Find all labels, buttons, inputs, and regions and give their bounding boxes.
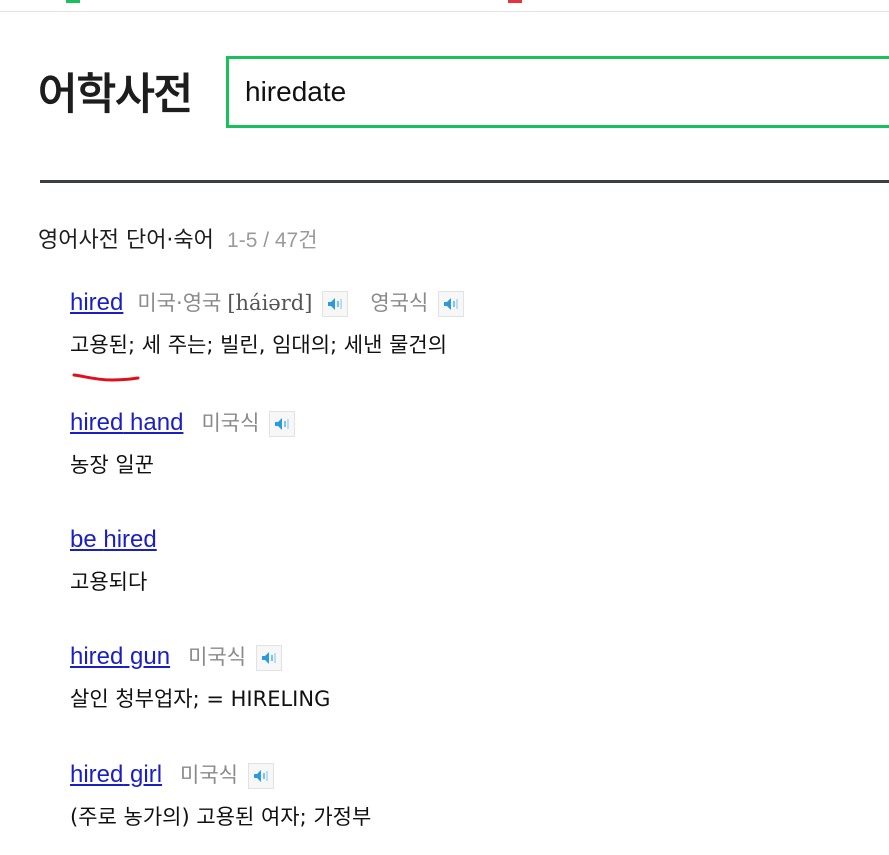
speaker-icon[interactable] bbox=[256, 644, 283, 671]
word-suffix: girl bbox=[123, 761, 163, 788]
pronunciation-region-label: 미국·영국 bbox=[137, 291, 222, 315]
search-input[interactable] bbox=[245, 59, 885, 125]
speaker-icon[interactable] bbox=[269, 410, 296, 437]
nav-tab-marker bbox=[508, 0, 522, 3]
phonetic-transcription: [háiərd] bbox=[227, 291, 313, 315]
result-count: 1-5 / 47건 bbox=[227, 229, 318, 252]
entry-word-link[interactable]: hired bbox=[70, 289, 123, 316]
entry-headline: be hired bbox=[70, 524, 870, 556]
entry-meaning: 살인 청부업자; = HIRELING bbox=[70, 687, 331, 711]
red-annotation-stroke bbox=[72, 373, 140, 382]
entry-meaning: 농장 일꾼 bbox=[70, 453, 154, 477]
dictionary-entry: hired gun 미국식 살인 청부업자; = HIRELING bbox=[70, 641, 870, 713]
speaker-icon[interactable] bbox=[438, 290, 465, 317]
pronunciation-region-label: 영국식 bbox=[370, 291, 429, 315]
word-highlight: hired bbox=[103, 526, 157, 553]
entry-word-link[interactable]: hired hand bbox=[70, 409, 183, 436]
word-highlight: hired bbox=[70, 409, 124, 436]
word-highlight: hired bbox=[70, 761, 124, 788]
dictionary-entry: hired hand 미국식 농장 일꾼 bbox=[70, 407, 870, 479]
dictionary-entry: hired 미국·영국 [háiərd] 영국식 고용된; 세 주는; 빌린, 임대의… bbox=[70, 287, 870, 359]
entry-meaning: 고용되다 bbox=[70, 570, 148, 594]
entry-word-link[interactable]: hired gun bbox=[70, 643, 170, 670]
entry-headline: hired 미국·영국 [háiərd] 영국식 bbox=[70, 287, 870, 319]
entry-meaning: 고용된; 세 주는; 빌린, 임대의; 세낸 물건의 bbox=[70, 333, 448, 357]
section-header: 영어사전 단어·숙어 1-5 / 47건 bbox=[38, 222, 318, 254]
entry-headline: hired girl 미국식 bbox=[70, 759, 870, 791]
dictionary-entry: hired girl 미국식 (주로 농가의) 고용된 여자; 가정부 bbox=[70, 759, 870, 831]
word-suffix: gun bbox=[123, 643, 171, 670]
speaker-icon[interactable] bbox=[248, 762, 275, 789]
speaker-icon[interactable] bbox=[322, 290, 349, 317]
header-divider bbox=[40, 180, 889, 183]
top-nav-strip bbox=[0, 0, 889, 12]
entry-headline: hired gun 미국식 bbox=[70, 641, 870, 673]
entry-word-link[interactable]: hired girl bbox=[70, 761, 162, 788]
search-header: 어학사전 bbox=[38, 56, 889, 134]
pronunciation-region-label: 미국식 bbox=[201, 411, 260, 435]
dictionary-entry: be hired 고용되다 bbox=[70, 524, 870, 596]
word-highlight: hired bbox=[70, 289, 124, 316]
pronunciation-region-label: 미국식 bbox=[188, 645, 247, 669]
search-box[interactable] bbox=[226, 56, 889, 128]
section-title: 영어사전 단어·숙어 bbox=[38, 228, 214, 253]
dictionary-logo[interactable]: 어학사전 bbox=[38, 64, 193, 126]
word-highlight: hired bbox=[70, 643, 124, 670]
pronunciation-region-label: 미국식 bbox=[180, 763, 239, 787]
nav-tab-marker bbox=[66, 0, 80, 3]
word-suffix: hand bbox=[123, 409, 184, 436]
entry-headline: hired hand 미국식 bbox=[70, 407, 870, 439]
word-prefix: be bbox=[70, 526, 104, 553]
dictionary-page: 어학사전 영어사전 단어·숙어 1-5 / 47건 hired 미국·영국[hái… bbox=[0, 0, 889, 855]
entry-meaning: (주로 농가의) 고용된 여자; 가정부 bbox=[70, 805, 372, 829]
entry-word-link[interactable]: be hired bbox=[70, 526, 157, 553]
